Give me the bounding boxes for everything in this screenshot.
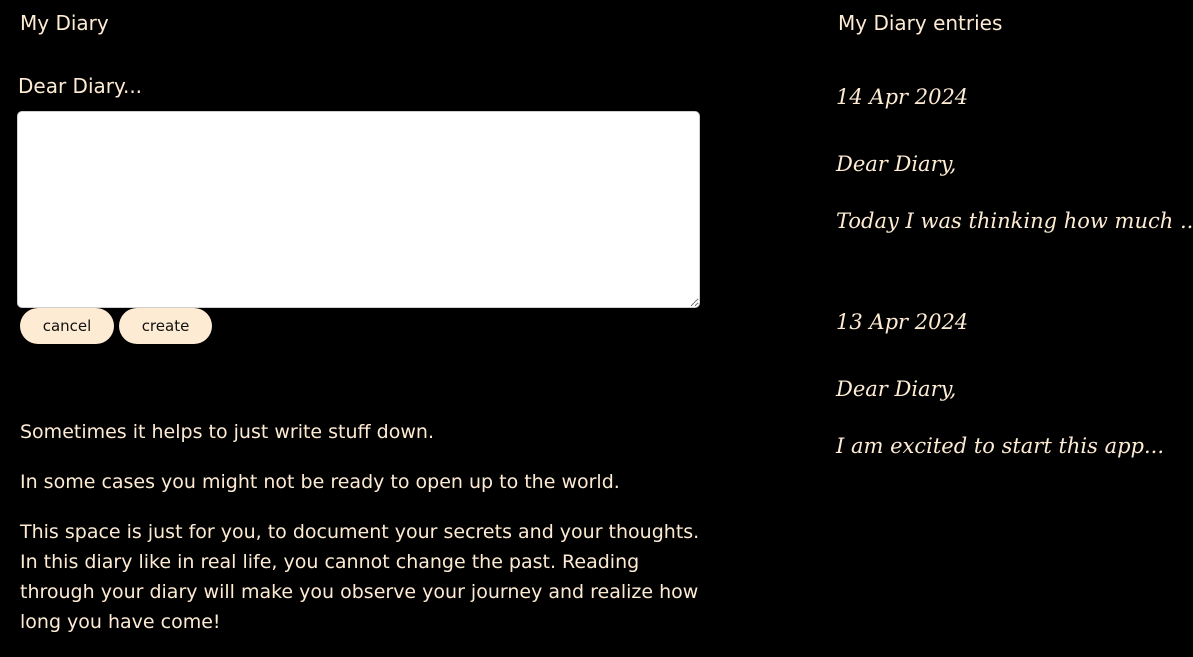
- entry-greeting: Dear Diary,: [836, 152, 957, 176]
- intro-paragraph: In some cases you might not be ready to …: [20, 471, 620, 493]
- diary-entry[interactable]: 14 Apr 2024 Dear Diary, Today I was thin…: [836, 82, 1193, 307]
- entry-date: 13 Apr 2024: [836, 310, 969, 334]
- app-title: My Diary: [20, 11, 109, 35]
- entry-textarea[interactable]: [17, 111, 700, 308]
- entry-greeting: Dear Diary,: [836, 377, 957, 401]
- intro-paragraph: This space is just for you, to document …: [20, 521, 700, 633]
- entries-list: 14 Apr 2024 Dear Diary, Today I was thin…: [836, 82, 1193, 532]
- intro-text: Sometimes it helps to just write stuff d…: [20, 417, 710, 657]
- entry-preview: Today I was thinking how much ...: [836, 209, 1193, 233]
- entries-title: My Diary entries: [838, 11, 1003, 35]
- create-button[interactable]: create: [119, 308, 212, 344]
- intro-paragraph: Sometimes it helps to just write stuff d…: [20, 421, 434, 443]
- diary-entry[interactable]: 13 Apr 2024 Dear Diary, I am excited to …: [836, 307, 1193, 532]
- entry-label: Dear Diary...: [18, 74, 143, 98]
- cancel-button[interactable]: cancel: [20, 308, 114, 344]
- entry-preview: I am excited to start this app...: [836, 434, 1165, 458]
- entry-date: 14 Apr 2024: [836, 85, 969, 109]
